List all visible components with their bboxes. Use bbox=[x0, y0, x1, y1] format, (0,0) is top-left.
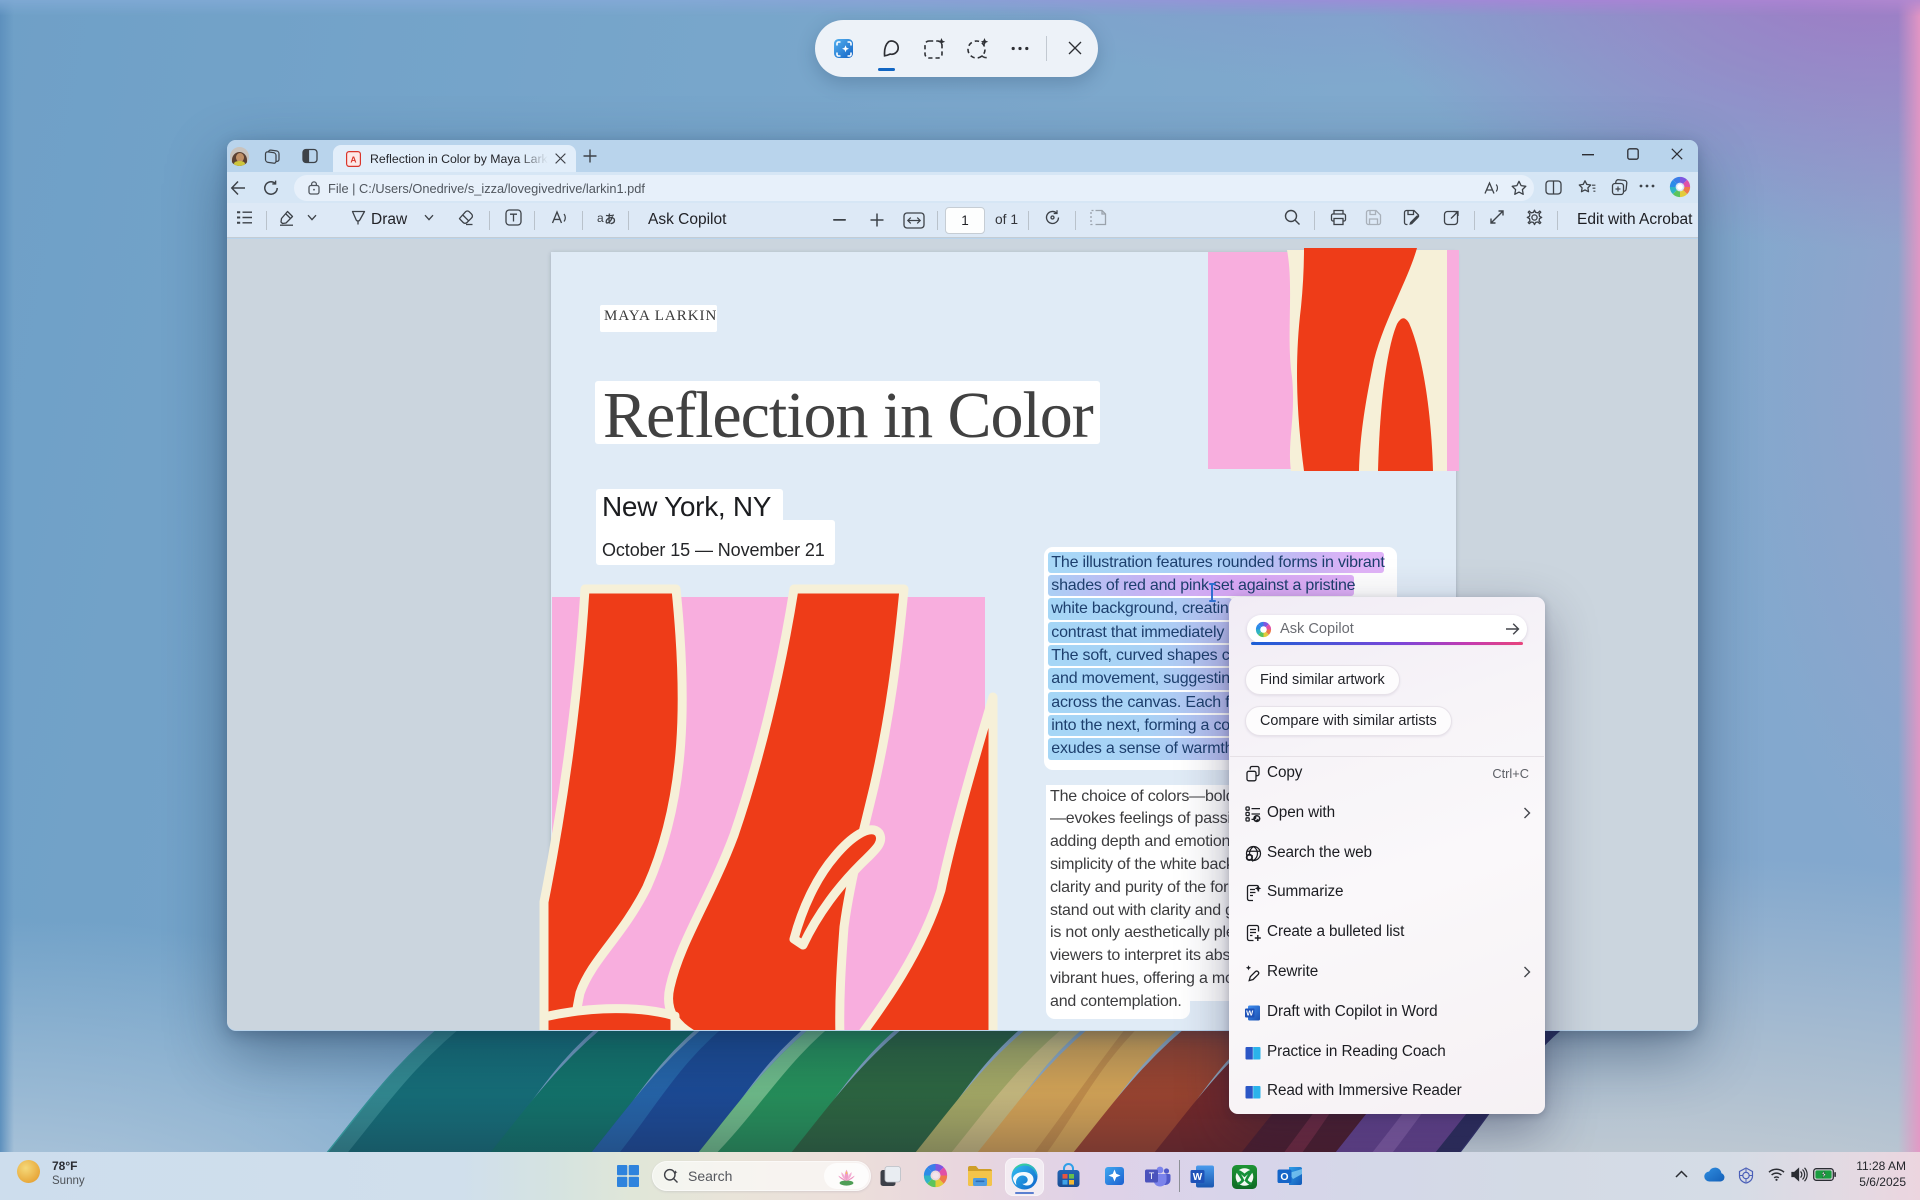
svg-text:W: W bbox=[1193, 1172, 1203, 1183]
svg-text:O: O bbox=[1280, 1171, 1288, 1183]
svg-text:あ: あ bbox=[605, 213, 617, 226]
svg-text:W: W bbox=[1246, 1008, 1254, 1017]
svg-text:a: a bbox=[597, 211, 604, 225]
svg-text:T: T bbox=[1149, 1171, 1155, 1181]
svg-text:A: A bbox=[350, 154, 356, 164]
